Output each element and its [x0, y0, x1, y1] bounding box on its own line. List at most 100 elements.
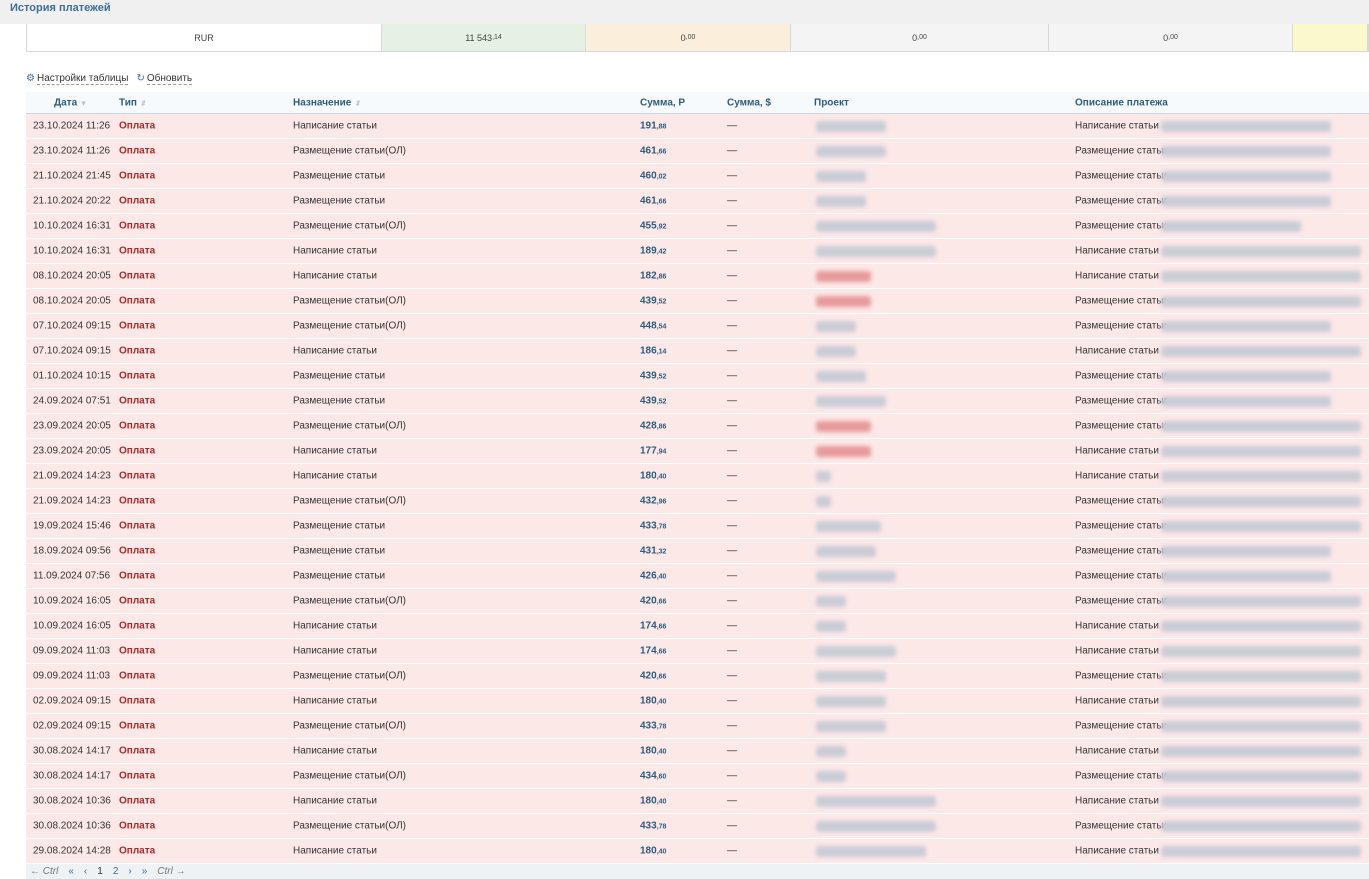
pager-page-2[interactable]: 2: [113, 866, 119, 877]
cell-description: Размещение статьи: [1075, 545, 1168, 557]
table-row[interactable]: 01.10.2024 10:15 Оплата Размещение статьи 4…: [26, 364, 1369, 389]
column-purpose[interactable]: Назначение ⇕: [293, 97, 360, 108]
cell-sum-rub: 174,66: [640, 645, 667, 657]
pager-page-1[interactable]: 1: [97, 866, 103, 877]
cell-sum-usd: —: [727, 445, 737, 457]
cell-purpose: Размещение статьи(ОЛ): [293, 670, 407, 682]
table-row[interactable]: 08.10.2024 20:05 Оплата Размещение статьи(…: [26, 289, 1369, 314]
cell-purpose: Размещение статьи(ОЛ): [293, 145, 407, 157]
table-row[interactable]: 19.09.2024 15:46 Оплата Размещение статьи 4…: [26, 514, 1369, 539]
table-row[interactable]: 07.10.2024 09:15 Оплата Размещение статьи(…: [26, 314, 1369, 339]
cell-date: 24.09.2024 07:51: [33, 395, 111, 407]
cell-project-redacted: [816, 421, 871, 432]
table-row[interactable]: 08.10.2024 20:05 Оплата Написание статьи 18…: [26, 264, 1369, 289]
table-row[interactable]: 30.08.2024 14:17 Оплата Написание статьи 18…: [26, 739, 1369, 764]
cell-purpose: Написание статьи: [293, 645, 377, 657]
column-sum-rub[interactable]: Сумма, Р: [640, 97, 685, 108]
table-row[interactable]: 10.09.2024 16:05 Оплата Размещение статьи(…: [26, 589, 1369, 614]
pager-prev[interactable]: ‹: [84, 866, 87, 877]
cell-description-redacted: [1161, 171, 1331, 182]
cell-project-redacted: [816, 721, 886, 732]
table-row[interactable]: 02.09.2024 09:15 Оплата Размещение статьи(…: [26, 714, 1369, 739]
pager-next[interactable]: ›: [128, 866, 131, 877]
table-row[interactable]: 10.09.2024 16:05 Оплата Написание статьи 17…: [26, 614, 1369, 639]
cell-project-redacted: [816, 371, 866, 382]
table-toolbar: ⚙ Настройки таблицы ↻ Обновить: [26, 73, 193, 85]
table-settings-button[interactable]: ⚙ Настройки таблицы: [26, 73, 129, 85]
cell-sum-rub: 455,92: [640, 220, 667, 232]
column-description[interactable]: Описание платежа: [1075, 97, 1168, 108]
cell-sum-usd: —: [727, 370, 737, 382]
table-row[interactable]: 09.09.2024 11:03 Оплата Размещение статьи(…: [26, 664, 1369, 689]
cell-sum-rub: 448,54: [640, 320, 667, 332]
cell-date: 23.10.2024 11:26: [33, 145, 111, 157]
cell-description-redacted: [1161, 771, 1361, 782]
pager-first[interactable]: «: [68, 866, 74, 877]
cell-project-redacted: [816, 396, 886, 407]
cell-project-redacted: [816, 696, 886, 707]
cell-sum-usd: —: [727, 595, 737, 607]
column-project[interactable]: Проект: [814, 97, 849, 108]
table-row[interactable]: 30.08.2024 14:17 Оплата Размещение статьи(…: [26, 764, 1369, 789]
pager-last[interactable]: »: [142, 866, 148, 877]
cell-project-redacted: [816, 121, 886, 132]
cell-sum-usd: —: [727, 770, 737, 782]
cell-project-redacted: [816, 271, 871, 282]
cell-sum-rub: 174,66: [640, 620, 667, 632]
table-row[interactable]: 09.09.2024 11:03 Оплата Написание статьи 17…: [26, 639, 1369, 664]
cell-purpose: Написание статьи: [293, 120, 377, 132]
cell-description: Размещение статьи: [1075, 295, 1168, 307]
cell-sum-usd: —: [727, 120, 737, 132]
table-row[interactable]: 23.10.2024 11:26 Оплата Написание статьи 19…: [26, 114, 1369, 139]
table-row[interactable]: 23.10.2024 11:26 Оплата Размещение статьи(…: [26, 139, 1369, 164]
cell-sum-usd: —: [727, 470, 737, 482]
cell-description-redacted: [1161, 521, 1361, 532]
table-row[interactable]: 02.09.2024 09:15 Оплата Написание статьи 18…: [26, 689, 1369, 714]
table-row[interactable]: 23.09.2024 20:05 Оплата Написание статьи 17…: [26, 439, 1369, 464]
cell-sum-usd: —: [727, 195, 737, 207]
cell-type: Оплата: [119, 295, 156, 307]
table-row[interactable]: 07.10.2024 09:15 Оплата Написание статьи 18…: [26, 339, 1369, 364]
refresh-icon: ↻: [136, 73, 145, 84]
cell-project-redacted: [816, 746, 846, 757]
cell-description: Написание статьи: [1075, 345, 1159, 357]
table-row[interactable]: 30.08.2024 10:36 Оплата Размещение статьи(…: [26, 814, 1369, 839]
table-row[interactable]: 21.09.2024 14:23 Оплата Написание статьи 18…: [26, 464, 1369, 489]
cell-type: Оплата: [119, 470, 156, 482]
table-row[interactable]: 10.10.2024 16:31 Оплата Размещение статьи(…: [26, 214, 1369, 239]
cell-project-redacted: [816, 796, 936, 807]
cell-date: 10.10.2024 16:31: [33, 220, 111, 232]
table-row[interactable]: 30.08.2024 10:36 Оплата Написание статьи 18…: [26, 789, 1369, 814]
table-row[interactable]: 21.09.2024 14:23 Оплата Размещение статьи(…: [26, 489, 1369, 514]
cell-sum-usd: —: [727, 345, 737, 357]
cell-description: Размещение статьи: [1075, 520, 1168, 532]
table-header: Дата ▼ Тип ⇕ Назначение ⇕ Сумма, Р Сумма, $…: [26, 92, 1369, 114]
cell-date: 11.09.2024 07:56: [33, 570, 111, 582]
cell-sum-usd: —: [727, 395, 737, 407]
cell-sum-usd: —: [727, 795, 737, 807]
table-row[interactable]: 23.09.2024 20:05 Оплата Размещение статьи(…: [26, 414, 1369, 439]
cell-purpose: Размещение статьи(ОЛ): [293, 220, 407, 232]
cell-description: Размещение статьи: [1075, 420, 1168, 432]
cell-description-redacted: [1161, 546, 1331, 557]
column-type[interactable]: Тип ⇕: [119, 97, 146, 108]
table-row[interactable]: 21.10.2024 20:22 Оплата Размещение статьи 4…: [26, 189, 1369, 214]
cell-description: Написание статьи: [1075, 245, 1159, 257]
cell-date: 10.10.2024 16:31: [33, 245, 111, 257]
refresh-button[interactable]: ↻ Обновить: [136, 73, 193, 85]
cell-sum-usd: —: [727, 645, 737, 657]
summary-cell: [1293, 24, 1368, 51]
table-row[interactable]: 10.10.2024 16:31 Оплата Написание статьи 18…: [26, 239, 1369, 264]
table-row[interactable]: 24.09.2024 07:51 Оплата Размещение статьи 4…: [26, 389, 1369, 414]
cell-sum-rub: 439,52: [640, 370, 667, 382]
column-sum-usd[interactable]: Сумма, $: [727, 97, 771, 108]
cell-sum-rub: 180,40: [640, 795, 667, 807]
table-row[interactable]: 21.10.2024 21:45 Оплата Размещение статьи 4…: [26, 164, 1369, 189]
column-date[interactable]: Дата ▼: [54, 97, 87, 108]
cell-purpose: Написание статьи: [293, 845, 377, 857]
table-row[interactable]: 11.09.2024 07:56 Оплата Размещение статьи 4…: [26, 564, 1369, 589]
cell-project-redacted: [816, 821, 936, 832]
cell-sum-rub: 433,78: [640, 520, 667, 532]
table-row[interactable]: 18.09.2024 09:56 Оплата Размещение статьи 4…: [26, 539, 1369, 564]
table-row[interactable]: 29.08.2024 14:28 Оплата Написание статьи 18…: [26, 839, 1369, 864]
